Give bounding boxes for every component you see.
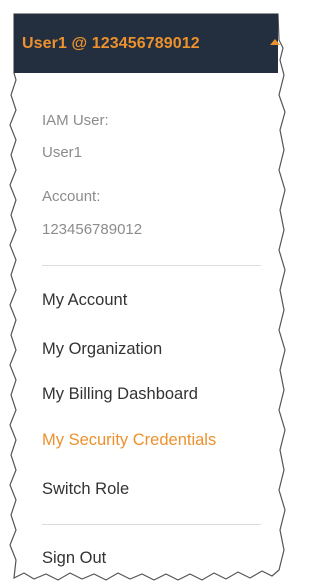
menu-item-sign-out[interactable]: Sign Out [42,549,106,568]
menu-divider [42,524,261,525]
menu-divider [42,265,261,266]
menu-item-my-billing-dashboard[interactable]: My Billing Dashboard [42,385,198,404]
account-menu-label: User1 @ 123456789012 [22,34,200,52]
menu-item-my-organization[interactable]: My Organization [42,340,162,359]
iam-user-name: User1 [42,144,83,161]
menu-item-switch-role[interactable]: Switch Role [42,480,129,499]
caret-up-icon [270,39,280,45]
iam-user-label: IAM User: [42,112,109,129]
account-dropdown-menu: User1 @ 123456789012 IAM User: User1 Acc… [0,0,293,586]
menu-item-my-security-credentials[interactable]: My Security Credentials [42,431,216,450]
account-menu-header[interactable]: User1 @ 123456789012 [14,14,280,73]
menu-item-my-account[interactable]: My Account [42,291,127,310]
account-id: 123456789012 [42,221,143,238]
account-label: Account: [42,188,101,205]
